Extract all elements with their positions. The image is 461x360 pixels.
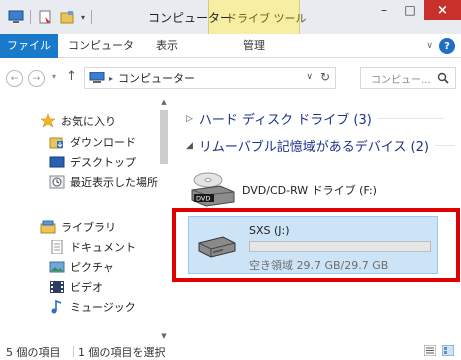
drive-dvd[interactable]: DVD DVD/CD-RW ドライブ (F:): [190, 168, 377, 212]
group-title: ハード ディスク ドライブ (3): [198, 113, 372, 128]
nav-label: デスクトップ: [70, 156, 136, 169]
close-button[interactable]: ×: [424, 0, 461, 20]
music-note-icon: [51, 300, 62, 314]
maximize-button[interactable]: □: [398, 0, 422, 20]
nav-item-desktop[interactable]: デスクトップ: [49, 154, 136, 170]
group-header-removable-storage[interactable]: ◢ リムーバブル記憶域があるデバイス (2): [186, 136, 455, 155]
ribbon-tabs: ファイル コンピューター 表示 管理 ∨ ?: [0, 34, 461, 76]
nav-label: ライブラリ: [61, 221, 116, 234]
desktop-icon: [49, 156, 65, 168]
tab-computer[interactable]: コンピューター: [66, 34, 136, 76]
new-folder-icon[interactable]: [59, 10, 75, 24]
item-count: 5 個の項目: [6, 346, 61, 359]
drive-tools-label: ドライブ ツール: [226, 12, 307, 25]
expand-ribbon-chevron-icon[interactable]: ∨: [426, 41, 433, 51]
nav-item-downloads[interactable]: ダウンロード: [49, 134, 136, 150]
nav-item-recent-places[interactable]: 最近表示した場所: [49, 174, 158, 190]
window-title: コンピューター: [148, 11, 233, 25]
nav-label: ドキュメント: [70, 241, 136, 254]
nav-item-music[interactable]: ミュージック: [49, 299, 136, 315]
tab-view[interactable]: 表示: [142, 34, 192, 58]
recent-locations-dropdown-icon[interactable]: ▾: [52, 72, 56, 81]
back-button[interactable]: ←: [6, 70, 23, 87]
minimize-button[interactable]: –: [372, 0, 396, 20]
tab-manage[interactable]: 管理: [224, 34, 284, 58]
breadcrumb-chevron-icon[interactable]: ▸: [109, 74, 113, 83]
recent-places-icon: [49, 175, 65, 189]
breadcrumb-computer[interactable]: コンピューター: [118, 70, 195, 86]
arrow-left-icon: ←: [10, 73, 19, 84]
group-header-hard-disk-drives[interactable]: ▷ ハード ディスク ドライブ (3): [186, 109, 444, 128]
nav-label: ビデオ: [70, 281, 103, 294]
scrollbar-thumb[interactable]: [160, 110, 168, 164]
nav-item-libraries[interactable]: ライブラリ: [40, 219, 116, 235]
nav-label: ミュージック: [70, 301, 136, 314]
search-placeholder: コンピュー...: [371, 74, 431, 86]
nav-item-pictures[interactable]: ピクチャ: [49, 259, 114, 275]
dvd-logo-text: DVD: [196, 195, 210, 203]
dvd-drive-icon: DVD: [191, 172, 235, 207]
nav-label: お気に入り: [61, 115, 116, 128]
computer-icon: [89, 72, 105, 83]
nav-label: 最近表示した場所: [70, 176, 158, 189]
document-icon: [51, 240, 63, 254]
collapse-triangle-icon[interactable]: ◢: [186, 141, 193, 151]
status-separator: [73, 346, 74, 357]
pictures-icon: [49, 261, 65, 273]
navigation-pane: お気に入り ダウンロード デスクトップ 最近表示した場所 ライブラリ ドキュメン…: [0, 96, 172, 342]
computer-icon[interactable]: [8, 10, 24, 24]
drive-label: DVD/CD-RW ドライブ (F:): [242, 184, 377, 197]
details-view-icon[interactable]: [424, 345, 436, 356]
search-input[interactable]: コンピュー...: [360, 67, 456, 89]
toolbar-separator: [30, 10, 31, 24]
downloads-folder-icon: [49, 137, 63, 149]
refresh-icon[interactable]: ↻: [320, 70, 330, 84]
address-bar[interactable]: ▸ コンピューター ∨ ↻: [84, 67, 336, 89]
expand-triangle-icon[interactable]: ▷: [186, 114, 193, 124]
nav-item-videos[interactable]: ビデオ: [49, 279, 103, 295]
nav-item-favorites[interactable]: お気に入り: [40, 113, 116, 129]
tab-file[interactable]: ファイル: [0, 34, 58, 58]
group-divider: [434, 145, 455, 146]
libraries-icon: [40, 220, 56, 234]
quick-access-toolbar: ▾: [8, 8, 93, 26]
title-bar: ▾ コンピューター ドライブ ツール – □ ×: [0, 0, 461, 34]
scroll-up-arrow-icon[interactable]: ▲: [158, 96, 170, 108]
forward-button[interactable]: →: [28, 70, 45, 87]
group-divider: [377, 118, 444, 119]
nav-item-documents[interactable]: ドキュメント: [49, 239, 136, 255]
scroll-down-arrow-icon[interactable]: ▼: [158, 330, 170, 342]
address-history-dropdown-icon[interactable]: ∨: [306, 72, 313, 82]
up-arrow-icon[interactable]: ↑: [66, 69, 77, 84]
search-icon[interactable]: [437, 72, 449, 84]
selected-count: 1 個の項目を選択: [78, 346, 166, 359]
star-icon: [40, 114, 56, 128]
customize-toolbar-dropdown-icon[interactable]: ▾: [81, 13, 85, 22]
arrow-right-icon: →: [32, 73, 41, 84]
help-icon[interactable]: ?: [439, 38, 455, 54]
toolbar-separator: [91, 10, 93, 24]
tiles-view-icon[interactable]: [442, 345, 454, 356]
properties-icon[interactable]: [37, 10, 53, 24]
highlight-annotation-frame: [172, 208, 460, 282]
nav-pane-scrollbar[interactable]: ▲ ▼: [158, 96, 170, 342]
group-title: リムーバブル記憶域があるデバイス (2): [198, 140, 429, 155]
nav-label: ピクチャ: [70, 261, 114, 274]
videos-icon: [50, 281, 64, 293]
address-bar-row: ← → ▾ ↑ ▸ コンピューター ∨ ↻ コンピュー...: [0, 60, 461, 96]
nav-label: ダウンロード: [70, 136, 136, 149]
status-bar: 5 個の項目 1 個の項目を選択: [0, 342, 461, 360]
ribbon-controls: ∨ ?: [426, 38, 455, 54]
